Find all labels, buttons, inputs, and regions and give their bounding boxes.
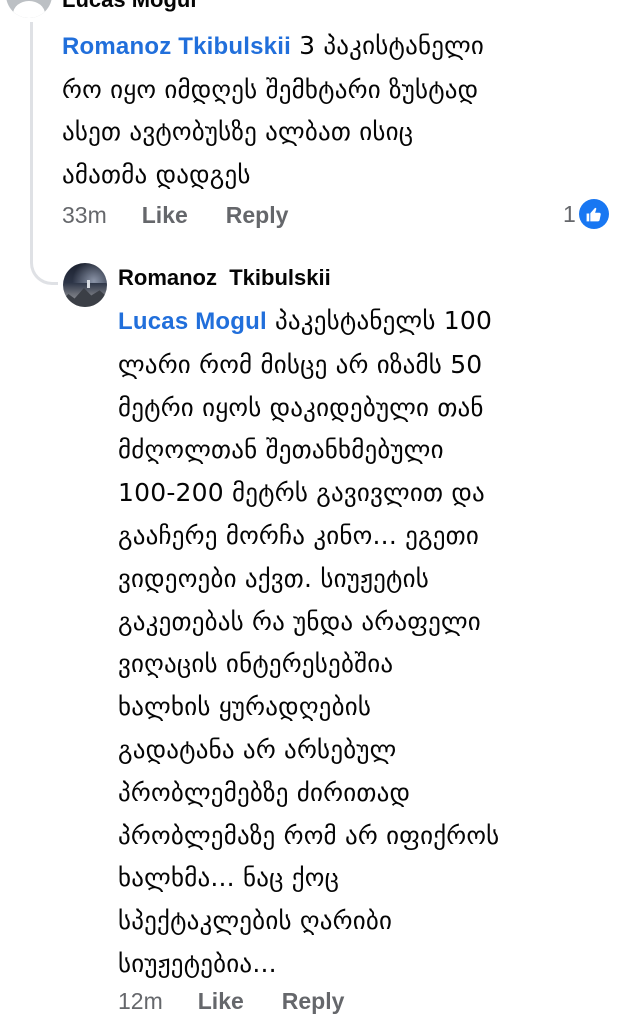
comment-line: გაკეთებას რა უნდა არაფელი (118, 606, 481, 636)
comment-line: ვიღაცის ინტერესებშია (118, 649, 394, 679)
comment-line: პრობლემებზე ძირითად (118, 777, 411, 807)
like-button[interactable]: Like (198, 988, 244, 1015)
comment-text-segment: 3 პაკისტანელი (290, 31, 485, 60)
comment-line: Romanoz Tkibulskii 3 პაკისტანელი (62, 25, 582, 69)
thumbs-up-icon (578, 199, 609, 229)
comment-line: გადატანა არ არსებულ (118, 734, 397, 764)
comment-text-segment: პაკესტანელს 100 (266, 306, 493, 335)
comment-line: რო იყო იმდღეს შემხტარი ზუსტად (62, 74, 479, 104)
avatar-photo-sky (63, 263, 107, 283)
comment-timestamp[interactable]: 33m (62, 202, 107, 229)
comment-line: სიუჟეტებია... (118, 948, 277, 978)
comment-line: მეტრი იყოს დაკიდებული თან (118, 392, 484, 422)
avatar[interactable] (63, 263, 107, 307)
reply-button[interactable]: Reply (226, 202, 289, 229)
mention-link[interactable]: Romanoz Tkibulskii (62, 33, 291, 60)
avatar-photo-peak (87, 280, 90, 288)
like-button[interactable]: Like (142, 202, 188, 229)
thread-line (30, 22, 33, 257)
comment-line: გააჩერე მორჩა კინო... ეგეთი (118, 520, 480, 550)
thumbs-up-glyph (586, 207, 602, 221)
comment-line: პრობლემაზე რომ არ იფიქროს (118, 820, 500, 850)
comment-line: ასეთ ავტობუსზე ალბათ ისიც (62, 117, 414, 146)
comment-author[interactable]: Romanoz Tkibulskii (118, 265, 331, 291)
comment-text: Lucas Mogul პაკესტანელს 100 ლარი რომ მის… (118, 300, 618, 986)
comment-line: Lucas Mogul პაკესტანელს 100 (118, 300, 618, 344)
reply-connector (30, 230, 58, 285)
comment-line: ხალხმა... ნაც ქოც (118, 863, 340, 893)
reply-button[interactable]: Reply (282, 988, 345, 1015)
mention-link[interactable]: Lucas Mogul (118, 308, 267, 335)
reaction-summary[interactable]: 1 (563, 199, 609, 229)
comment-actions: 12m Like Reply (118, 988, 344, 1015)
comment-line: 100-200 მეტრს გავივლით და (118, 478, 485, 508)
comment-line: ამათმა დადგეს (62, 159, 251, 189)
reaction-count: 1 (563, 200, 576, 227)
default-avatar-body (13, 1, 45, 18)
comment-line: მძღოლთან შეთანხმებული (118, 435, 444, 465)
comment-line: სპექტაკლების ღარიბი (118, 906, 393, 936)
comment-line: ვიდეოები აქვთ. სიუჟეტის (118, 563, 429, 593)
comment-actions: 33m Like Reply (62, 202, 288, 229)
comment-author[interactable]: Lucas Mogul (62, 0, 196, 13)
avatar-photo-mountain (63, 288, 107, 307)
comment-text: Romanoz Tkibulskii 3 პაკისტანელი რო იყო … (62, 25, 582, 196)
avatar[interactable] (6, 0, 52, 18)
comment-line: ხალხის ყურადღების (118, 692, 372, 722)
comment-timestamp[interactable]: 12m (118, 988, 163, 1015)
comment-line: ლარი რომ მისცე არ იზამს 50 (118, 349, 483, 379)
